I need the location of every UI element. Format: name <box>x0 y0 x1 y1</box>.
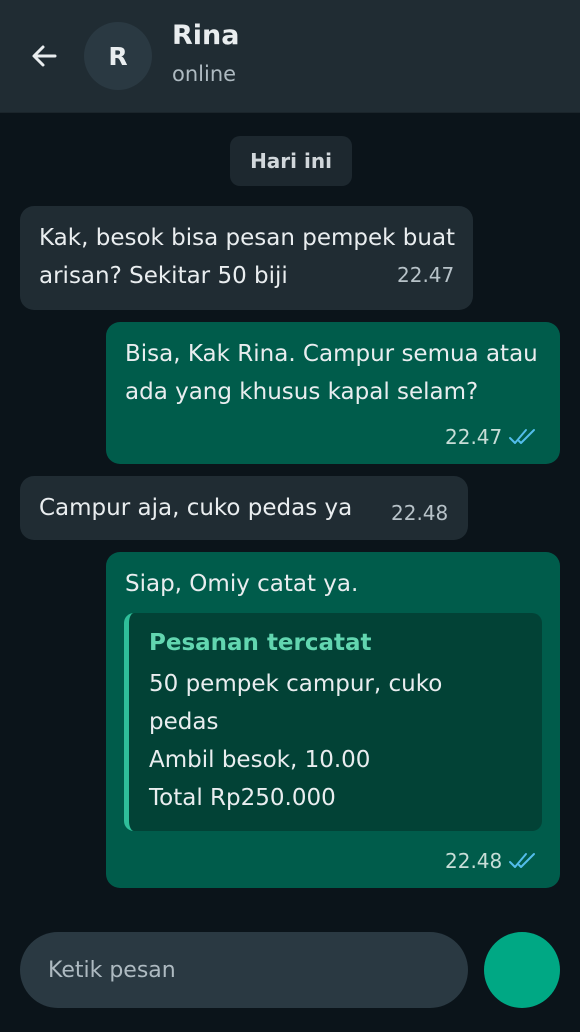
message-time-label: 22.48 <box>391 501 449 525</box>
incoming-message[interactable]: Campur aja, cuko pedas ya 22.48 <box>20 476 468 540</box>
message-input[interactable] <box>48 932 448 1008</box>
send-button[interactable] <box>484 932 560 1008</box>
contact-status: online <box>172 62 237 86</box>
order-card-line: Ambil besok, 10.00 <box>149 747 371 773</box>
message-time-label: 22.47 <box>397 263 455 287</box>
order-card-line: Total Rp250.000 <box>149 785 336 811</box>
message-text: Bisa, Kak Rina. Campur semua atau ada ya… <box>125 341 538 405</box>
arrow-left-icon <box>32 45 57 67</box>
contact-name[interactable]: Rina <box>172 20 240 51</box>
outgoing-message[interactable]: Siap, Omiy catat ya. Pesanan tercatat 50… <box>106 552 560 888</box>
message-time: 22.48 <box>391 501 448 525</box>
message-time-label: 22.48 <box>445 849 503 873</box>
chat-header: R Rina online <box>0 0 580 113</box>
order-card-line: 50 pempek campur, cuko pedas <box>149 671 443 735</box>
message-time-label: 22.47 <box>445 425 503 449</box>
order-card-title: Pesanan tercatat <box>149 630 372 656</box>
order-summary-card: Pesanan tercatat 50 pempek campur, cuko … <box>124 613 542 831</box>
outgoing-message[interactable]: Bisa, Kak Rina. Campur semua atau ada ya… <box>106 322 560 464</box>
message-text: Campur aja, cuko pedas ya <box>39 495 353 521</box>
double-check-icon <box>509 429 536 444</box>
message-time: 22.47 <box>445 425 538 449</box>
message-input-box[interactable] <box>20 932 468 1008</box>
avatar[interactable]: R <box>84 22 152 90</box>
message-time: 22.47 <box>397 263 454 287</box>
back-button[interactable] <box>24 36 64 76</box>
composer <box>0 913 580 1032</box>
double-check-icon <box>509 853 536 868</box>
incoming-message[interactable]: Kak, besok bisa pesan pempek buat arisan… <box>20 206 473 310</box>
message-text: Siap, Omiy catat ya. <box>125 571 359 597</box>
message-time: 22.48 <box>445 849 538 873</box>
order-card-body: 50 pempek campur, cuko pedas Ambil besok… <box>149 665 509 817</box>
message-text: Kak, besok bisa pesan pempek buat arisan… <box>39 225 456 289</box>
message-list: Hari ini Kak, besok bisa pesan pempek bu… <box>0 113 580 913</box>
date-separator: Hari ini <box>230 136 352 186</box>
